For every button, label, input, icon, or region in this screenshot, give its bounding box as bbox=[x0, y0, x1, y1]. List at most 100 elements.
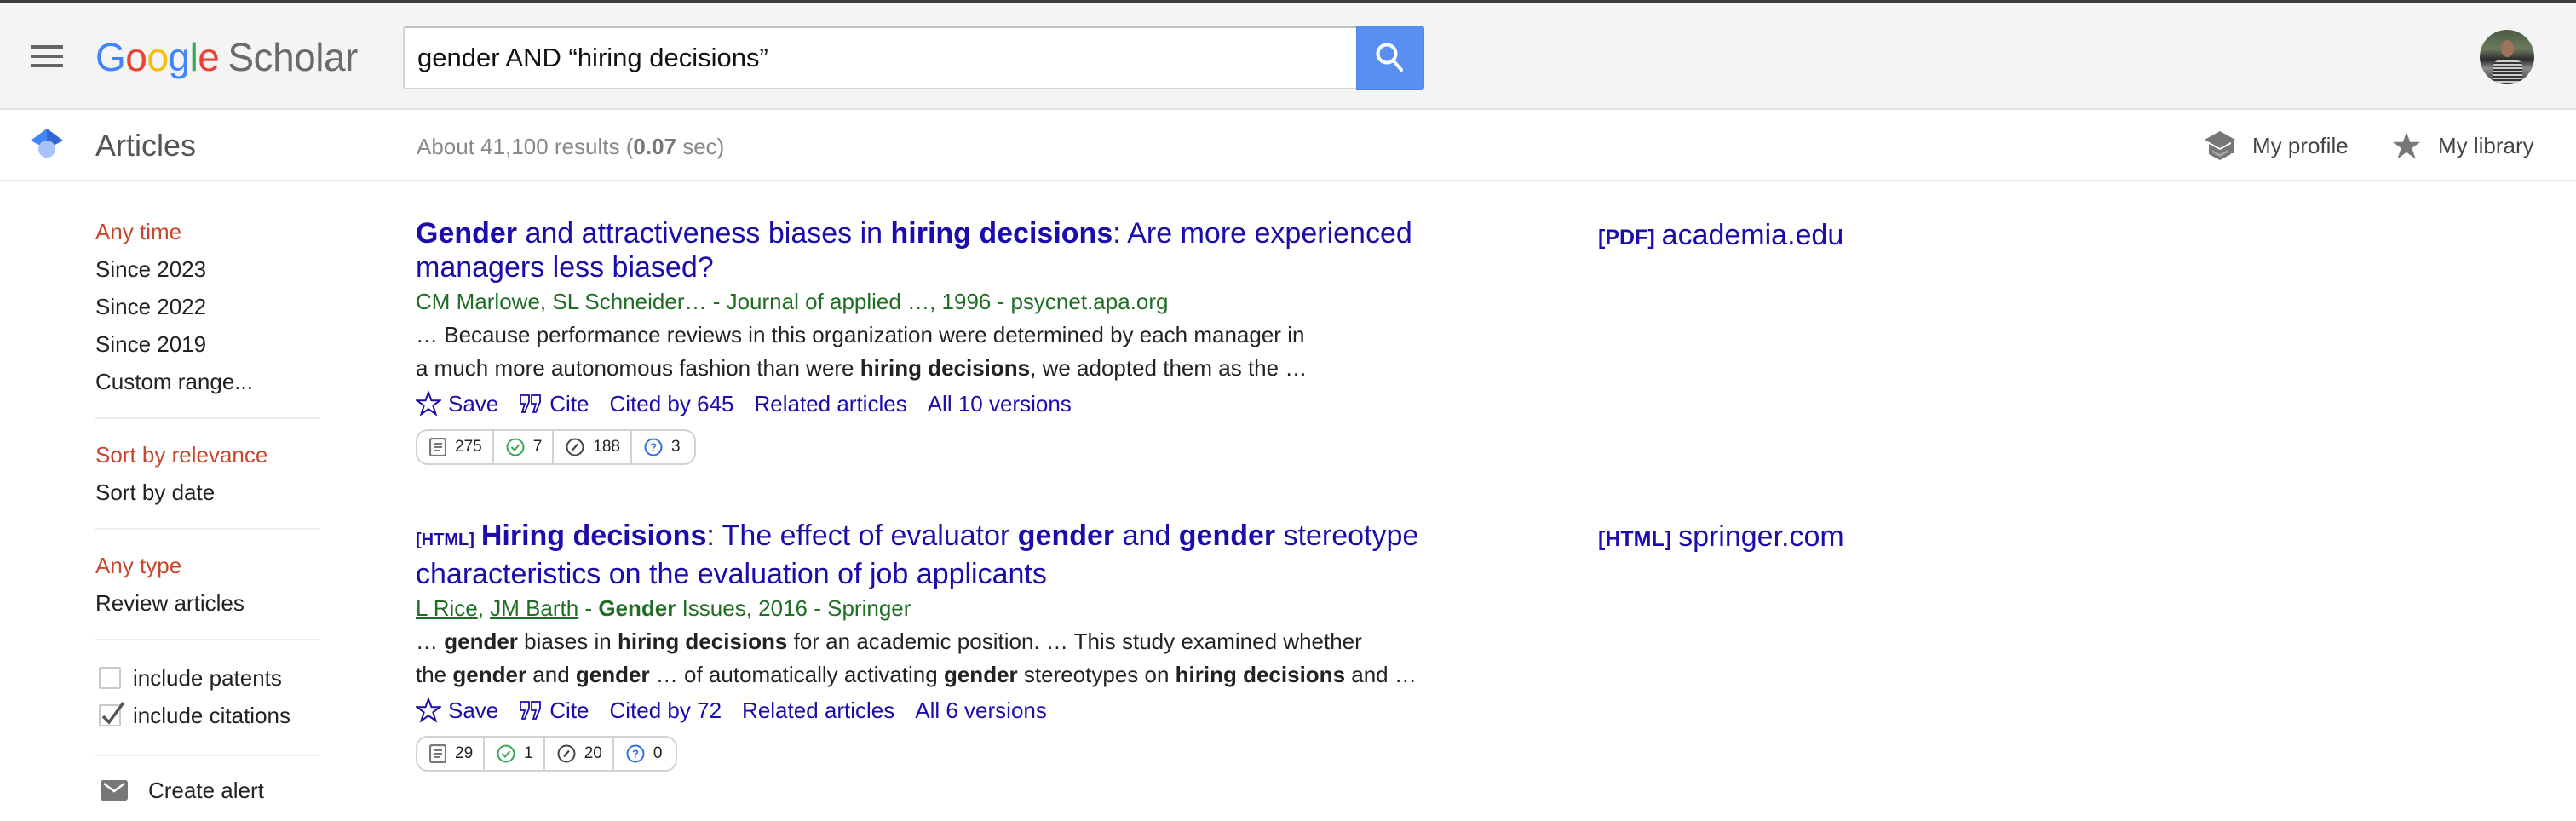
scite-publications-count: 275 bbox=[455, 438, 482, 456]
include-citations-option[interactable]: include citations bbox=[95, 697, 320, 734]
text-fragment: biases in bbox=[517, 629, 618, 654]
filter-any-time[interactable]: Any time bbox=[95, 213, 320, 250]
text-fragment: a much more autonomous fashion than were bbox=[416, 355, 860, 381]
result-title-link[interactable]: Gender and attractiveness biases in hiri… bbox=[416, 216, 1438, 284]
file-type-tag: [HTML] bbox=[1598, 527, 1672, 551]
file-type-tag: [PDF] bbox=[1598, 226, 1655, 250]
all-versions-link[interactable]: All 6 versions bbox=[915, 698, 1047, 724]
cited-by-link[interactable]: Cited by 72 bbox=[610, 698, 722, 724]
related-articles-link[interactable]: Related articles bbox=[755, 391, 907, 417]
highlighted-term: gender bbox=[575, 662, 650, 687]
cite-button[interactable]: Cite bbox=[519, 698, 589, 724]
star-outline-icon bbox=[416, 698, 441, 723]
search-button[interactable] bbox=[1356, 26, 1424, 90]
text-fragment: for an academic position. … This study e… bbox=[787, 629, 1362, 654]
scite-badge[interactable]: 29 1 20 ? 0 bbox=[416, 736, 678, 772]
file-type-tag: [HTML] bbox=[416, 531, 474, 549]
search-box bbox=[403, 26, 1357, 89]
filter-review-articles[interactable]: Review articles bbox=[95, 584, 320, 622]
result-snippet: … gender biases in hiring decisions for … bbox=[416, 625, 1438, 692]
my-profile-link[interactable]: My profile bbox=[2205, 129, 2349, 163]
scite-contrasting: ? 0 bbox=[614, 738, 676, 770]
check-circle-icon bbox=[497, 744, 515, 763]
slash-circle-icon bbox=[557, 744, 576, 763]
avatar-face bbox=[2501, 40, 2514, 57]
cited-by-link[interactable]: Cited by 645 bbox=[610, 391, 734, 417]
filter-any-type[interactable]: Any type bbox=[95, 547, 320, 584]
scite-mentioning-count: 188 bbox=[593, 438, 620, 456]
include-patents-checkbox[interactable] bbox=[99, 667, 121, 689]
cite-label: Cite bbox=[549, 390, 589, 416]
logo-product-name: Scholar bbox=[227, 35, 358, 79]
create-alert-link[interactable]: Create alert bbox=[95, 772, 320, 809]
star-filled-icon bbox=[2392, 132, 2421, 159]
search-result: [HTML] Hiring decisions: The effect of ev… bbox=[416, 519, 1438, 772]
filter-since-2023[interactable]: Since 2023 bbox=[95, 250, 320, 288]
result-title-link[interactable]: [HTML] Hiring decisions: The effect of ev… bbox=[416, 519, 1438, 591]
include-patents-label: include patents bbox=[133, 664, 282, 691]
header: Google Scholar bbox=[0, 3, 2576, 110]
envelope-icon bbox=[101, 780, 128, 801]
text-fragment: , we adopted them as the … bbox=[1030, 355, 1308, 381]
my-library-label: My library bbox=[2438, 132, 2534, 158]
snippet-line: a much more autonomous fashion than were… bbox=[416, 352, 1438, 385]
snippet-line: … Because performance reviews in this or… bbox=[416, 319, 1438, 352]
include-patents-option[interactable]: include patents bbox=[95, 659, 320, 697]
articles-scholar-icon bbox=[31, 129, 63, 158]
document-icon bbox=[429, 744, 446, 763]
graduation-cap-icon bbox=[2205, 131, 2235, 160]
highlighted-term: Hiring decisions bbox=[480, 520, 707, 552]
save-button[interactable]: Save bbox=[416, 698, 498, 724]
sort-group: Sort by relevance Sort by date bbox=[95, 436, 320, 511]
full-text-link[interactable]: [HTML] springer.com bbox=[1598, 520, 1844, 556]
sidebar-divider bbox=[95, 639, 320, 640]
sort-by-relevance[interactable]: Sort by relevance bbox=[95, 436, 320, 474]
filter-custom-range[interactable]: Custom range... bbox=[95, 363, 320, 400]
full-text-domain: springer.com bbox=[1678, 520, 1844, 553]
logo-letter: G bbox=[95, 35, 126, 79]
text-fragment: - bbox=[578, 595, 599, 621]
save-button[interactable]: Save bbox=[416, 391, 498, 417]
hamburger-menu-icon[interactable] bbox=[29, 42, 65, 71]
logo-letter: l bbox=[189, 35, 198, 79]
sort-by-date[interactable]: Sort by date bbox=[95, 474, 320, 511]
text-fragment: and attractiveness biases in bbox=[517, 217, 891, 250]
author-link[interactable]: JM Barth bbox=[490, 595, 578, 621]
text-fragment: and … bbox=[1345, 662, 1417, 687]
author-link[interactable]: L Rice bbox=[416, 595, 478, 621]
author-separator: , bbox=[477, 595, 491, 621]
scite-supporting: 1 bbox=[485, 738, 545, 770]
highlighted-term: hiring decisions bbox=[890, 217, 1113, 250]
scite-contrasting-count: 3 bbox=[670, 438, 681, 456]
scite-badge[interactable]: 275 7 188 ? 3 bbox=[416, 429, 696, 465]
highlighted-term: gender bbox=[1178, 520, 1276, 552]
my-library-link[interactable]: My library bbox=[2392, 129, 2534, 163]
user-avatar[interactable] bbox=[2480, 30, 2534, 84]
text-fragment: the bbox=[416, 662, 453, 687]
svg-text:?: ? bbox=[632, 748, 639, 761]
search-input[interactable] bbox=[405, 28, 1357, 88]
filter-since-2022[interactable]: Since 2022 bbox=[95, 288, 320, 325]
results-count-prefix: About 41,100 results ( bbox=[417, 134, 634, 159]
include-citations-checkbox[interactable] bbox=[99, 701, 125, 726]
magnifier-icon bbox=[1376, 43, 1403, 72]
related-articles-link[interactable]: Related articles bbox=[742, 698, 894, 724]
sidebar-divider bbox=[95, 755, 320, 756]
document-icon bbox=[429, 438, 446, 456]
snippet-line: … gender biases in hiring decisions for … bbox=[416, 625, 1438, 658]
question-circle-icon: ? bbox=[644, 438, 663, 456]
filter-since-2019[interactable]: Since 2019 bbox=[95, 325, 320, 363]
text-fragment: … Because performance reviews in this or… bbox=[416, 322, 1305, 347]
full-text-link[interactable]: [PDF] academia.edu bbox=[1598, 218, 1843, 255]
google-scholar-logo[interactable]: Google Scholar bbox=[95, 32, 358, 83]
type-filter-group: Any type Review articles bbox=[95, 547, 320, 622]
text-fragment: and bbox=[526, 662, 576, 687]
highlighted-term: Gender bbox=[416, 217, 518, 250]
result-authors-line: L Rice, JM Barth - Gender Issues, 2016 -… bbox=[416, 593, 1438, 623]
cite-button[interactable]: Cite bbox=[519, 391, 589, 417]
scite-contrasting: ? 3 bbox=[632, 431, 694, 463]
time-filter-group: Any time Since 2023 Since 2022 Since 201… bbox=[95, 213, 320, 400]
highlighted-term: hiring decisions bbox=[860, 355, 1031, 381]
all-versions-link[interactable]: All 10 versions bbox=[928, 391, 1072, 417]
check-circle-icon bbox=[506, 438, 525, 456]
